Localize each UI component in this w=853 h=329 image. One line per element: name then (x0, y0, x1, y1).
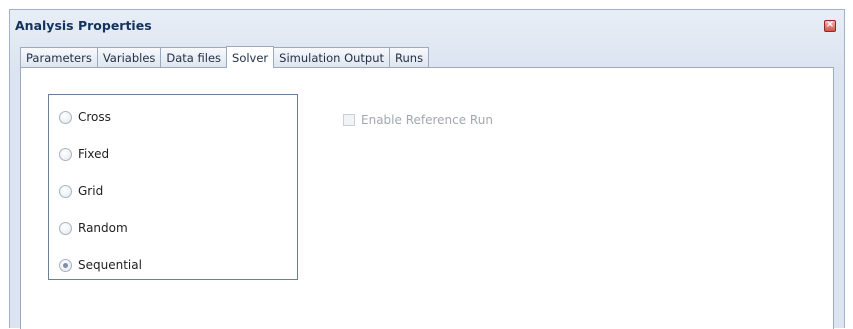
solver-type-group: Cross Fixed Grid Random Sequential (48, 94, 298, 280)
radio-fixed[interactable]: Fixed (59, 145, 109, 163)
radio-button-icon (59, 110, 72, 124)
radio-grid[interactable]: Grid (59, 182, 103, 200)
tab-parameters[interactable]: Parameters (20, 47, 98, 67)
window-title: Analysis Properties (15, 18, 152, 33)
analysis-properties-window: Analysis Properties × Parameters Variabl… (9, 9, 845, 329)
radio-label: Sequential (78, 258, 142, 272)
checkbox-icon (343, 114, 355, 126)
radio-label: Fixed (78, 147, 110, 161)
radio-button-selected-icon (59, 258, 72, 272)
close-button[interactable]: × (824, 19, 836, 32)
checkbox-label: Enable Reference Run (361, 113, 493, 127)
radio-label: Grid (78, 184, 104, 198)
tab-data-files[interactable]: Data files (161, 47, 228, 67)
tab-variables[interactable]: Variables (97, 47, 162, 67)
solver-panel: Cross Fixed Grid Random Sequential Enabl… (20, 67, 834, 329)
tab-bar: Parameters Variables Data files Solver S… (20, 46, 430, 68)
tab-simulation-output[interactable]: Simulation Output (274, 47, 391, 67)
radio-random[interactable]: Random (59, 219, 128, 237)
radio-label: Random (78, 221, 128, 235)
radio-cross[interactable]: Cross (59, 108, 111, 126)
enable-reference-run-checkbox[interactable]: Enable Reference Run (343, 112, 493, 128)
radio-button-icon (59, 184, 72, 198)
radio-button-icon (59, 221, 72, 235)
radio-sequential[interactable]: Sequential (59, 256, 142, 274)
close-icon: × (825, 19, 835, 30)
tab-solver[interactable]: Solver (226, 46, 275, 68)
radio-button-icon (59, 147, 72, 161)
tab-runs[interactable]: Runs (390, 47, 430, 67)
radio-label: Cross (78, 110, 111, 124)
